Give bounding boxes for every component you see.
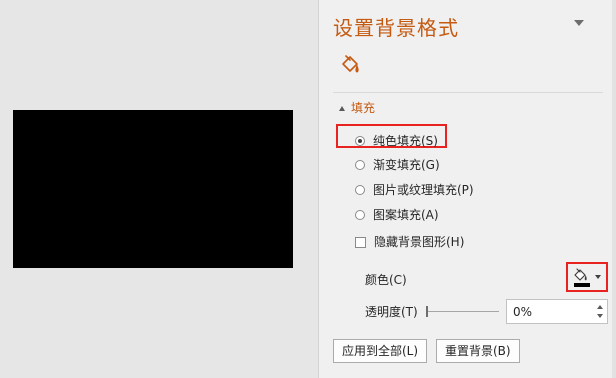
slide-preview[interactable]: [13, 110, 293, 268]
section-label: 填充: [351, 101, 376, 115]
transparency-slider-track[interactable]: [427, 311, 499, 312]
transparency-value: 0%: [513, 305, 533, 319]
radio-button[interactable]: [355, 136, 365, 146]
radio-pattern-fill[interactable]: 图案填充(A): [355, 207, 439, 223]
radio-button[interactable]: [355, 185, 365, 195]
transparency-label: 透明度(T): [365, 305, 418, 319]
radio-picture-texture-fill[interactable]: 图片或纹理填充(P): [355, 182, 474, 198]
dropdown-caret-icon: [595, 275, 601, 279]
apply-to-all-button[interactable]: 应用到全部(L): [333, 339, 428, 363]
paint-bucket-icon: [342, 55, 359, 73]
transparency-slider-thumb[interactable]: [426, 306, 428, 317]
radio-button[interactable]: [355, 210, 365, 220]
color-picker-button[interactable]: [572, 266, 604, 288]
radio-button[interactable]: [355, 160, 365, 170]
paint-bucket-icon: [574, 268, 587, 281]
checkbox-hide-background-graphics[interactable]: 隐藏背景图形(H): [355, 234, 464, 250]
checkbox[interactable]: [355, 236, 366, 248]
collapse-triangle-icon: [339, 105, 345, 111]
transparency-spinbox[interactable]: 0%: [506, 299, 608, 324]
fill-color-swatch: [572, 267, 590, 287]
current-color-bar: [574, 283, 590, 287]
pane-options-dropdown-icon[interactable]: [574, 20, 584, 26]
radio-gradient-fill[interactable]: 渐变填充(G): [355, 157, 440, 173]
tab-divider: [333, 92, 603, 93]
format-background-pane: 设置背景格式 填充 纯色填充(S) 渐变填充(G) 图片或纹理填充(P) 图案填…: [319, 0, 616, 378]
fill-tab[interactable]: [337, 52, 363, 78]
radio-solid-fill[interactable]: 纯色填充(S): [355, 133, 438, 149]
radio-label: 图片或纹理填充(P): [373, 183, 474, 197]
color-label: 颜色(C): [365, 273, 407, 287]
powerpoint-window: 设置背景格式 填充 纯色填充(S) 渐变填充(G) 图片或纹理填充(P) 图案填…: [0, 0, 616, 378]
reset-background-button[interactable]: 重置背景(B): [436, 339, 520, 363]
slide-workspace: [0, 0, 318, 378]
pane-title: 设置背景格式: [333, 16, 459, 40]
spin-down-icon[interactable]: [597, 314, 603, 318]
spin-up-icon[interactable]: [597, 305, 603, 309]
radio-label: 渐变填充(G): [373, 158, 440, 172]
fill-section-header[interactable]: 填充: [339, 100, 375, 116]
radio-label: 图案填充(A): [373, 208, 439, 222]
checkbox-label: 隐藏背景图形(H): [374, 235, 465, 249]
radio-label: 纯色填充(S): [373, 134, 438, 148]
pane-scrollbar[interactable]: [612, 0, 616, 378]
